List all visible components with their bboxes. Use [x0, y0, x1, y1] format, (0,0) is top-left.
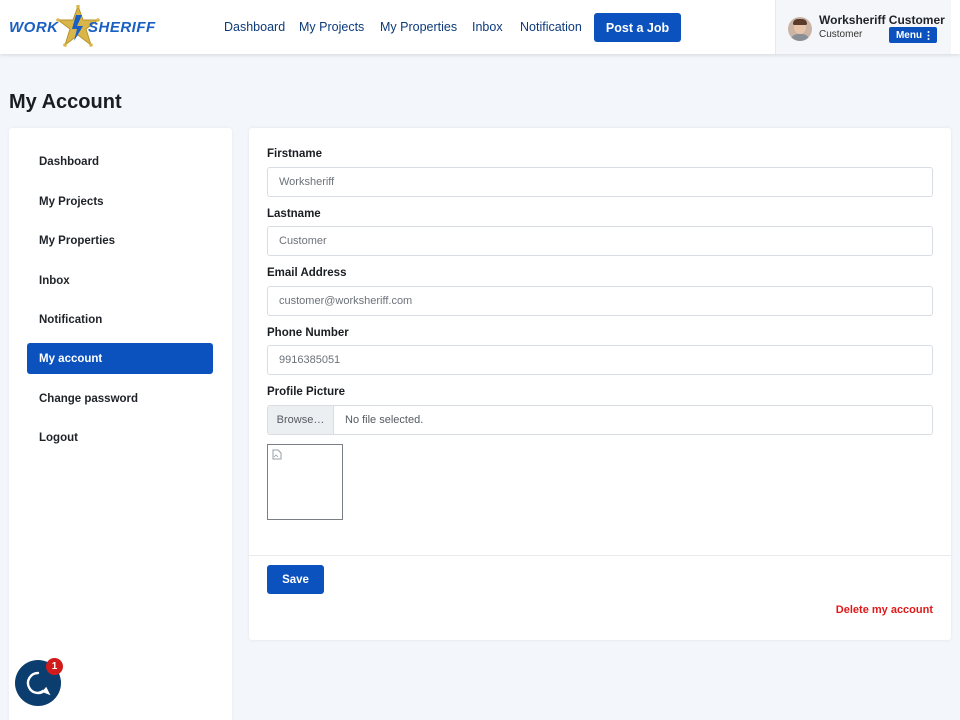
delete-account-link[interactable]: Delete my account	[836, 604, 933, 616]
post-a-job-button[interactable]: Post a Job	[594, 13, 681, 42]
profile-picture-label: Profile Picture	[267, 386, 345, 398]
worksheriff-logo[interactable]: WORK SHERIFF	[9, 5, 161, 51]
chat-notification-badge: 1	[46, 658, 63, 675]
logo-text-sheriff: SHERIFF	[88, 19, 156, 36]
sidebar-item-change-password[interactable]: Change password	[27, 383, 213, 414]
lastname-field[interactable]: Customer	[267, 226, 933, 256]
nav-notification[interactable]: Notification	[520, 20, 582, 34]
browse-button[interactable]: Browse…	[268, 406, 334, 434]
kebab-icon	[927, 30, 930, 40]
firstname-field[interactable]: Worksheriff	[267, 167, 933, 197]
account-form-card: Firstname Worksheriff Lastname Customer …	[249, 128, 951, 640]
save-button[interactable]: Save	[267, 565, 324, 594]
user-panel: Worksheriff Customer Customer Menu	[775, 0, 951, 54]
lastname-label: Lastname	[267, 208, 321, 220]
page-title: My Account	[9, 91, 122, 113]
firstname-label: Firstname	[267, 148, 322, 160]
menu-label: Menu	[895, 29, 923, 41]
email-label: Email Address	[267, 267, 347, 279]
top-navbar: WORK SHERIFF Dashboard My Projects My Pr…	[0, 0, 960, 54]
sidebar-item-my-account[interactable]: My account	[27, 343, 213, 374]
phone-label: Phone Number	[267, 327, 349, 339]
sidebar-item-notification[interactable]: Notification	[27, 304, 213, 335]
sidebar-item-logout[interactable]: Logout	[27, 422, 213, 453]
profile-picture-input[interactable]: Browse… No file selected.	[267, 405, 933, 435]
form-divider	[249, 555, 951, 556]
file-status-text: No file selected.	[345, 414, 424, 426]
nav-dashboard[interactable]: Dashboard	[224, 20, 285, 34]
broken-image-icon	[272, 449, 282, 460]
sidebar-item-my-properties[interactable]: My Properties	[27, 225, 213, 256]
profile-picture-preview	[267, 444, 343, 520]
sidebar-item-my-projects[interactable]: My Projects	[27, 186, 213, 217]
menu-button[interactable]: Menu	[889, 27, 937, 43]
chat-bubble-icon	[26, 671, 51, 696]
avatar[interactable]	[788, 17, 812, 41]
email-field[interactable]: customer@worksheriff.com	[267, 286, 933, 316]
logo-text-work: WORK	[9, 19, 59, 36]
nav-my-projects[interactable]: My Projects	[299, 20, 364, 34]
user-role: Customer	[819, 29, 863, 40]
sidebar-item-inbox[interactable]: Inbox	[27, 265, 213, 296]
phone-field[interactable]: 9916385051	[267, 345, 933, 375]
user-name: Worksheriff Customer	[819, 13, 945, 27]
nav-my-properties[interactable]: My Properties	[380, 20, 457, 34]
nav-inbox[interactable]: Inbox	[472, 20, 503, 34]
sidebar-item-dashboard[interactable]: Dashboard	[27, 146, 213, 177]
account-sidebar: Dashboard My Projects My Properties Inbo…	[9, 128, 232, 720]
